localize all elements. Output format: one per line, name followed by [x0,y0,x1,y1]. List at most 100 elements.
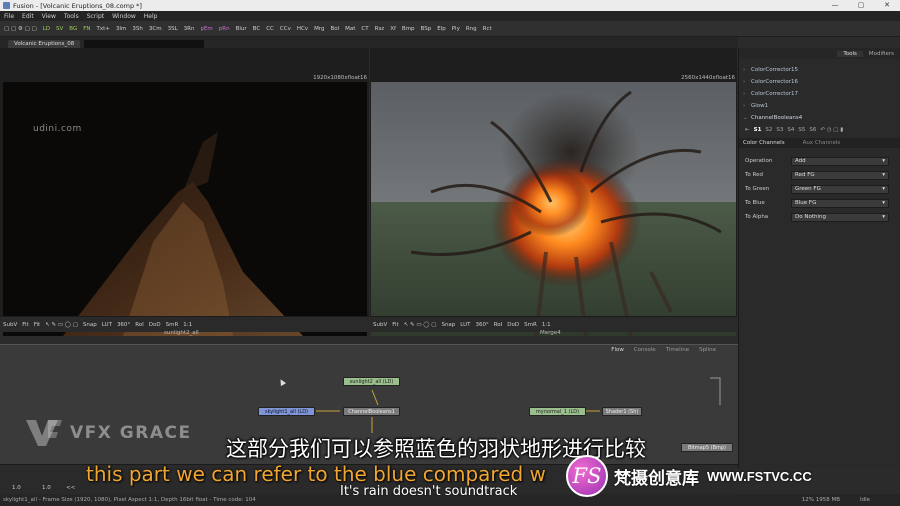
tool-3cm[interactable]: 3Cm [149,26,162,32]
operation-select[interactable]: Add ▾ [791,156,889,166]
tool-cc[interactable]: CC [266,26,274,32]
dod-button-right[interactable]: DoD [507,322,519,328]
node-skylight1-all[interactable]: skylight1_all (LD) [258,407,315,416]
tool-bsp[interactable]: BSp [421,26,432,32]
subv-button-right[interactable]: SubV [373,322,387,328]
viewer-right[interactable]: 2560x1440xfloat16 SubV Fit ↖ ✎ ▭ ◯ ▢ Sna… [370,48,737,336]
snap-button-right[interactable]: Snap [441,322,455,328]
tool-prn[interactable]: pRn [219,26,230,32]
brand-right-cn: 梵摄创意库 [614,468,699,489]
to-alpha-select[interactable]: Do Nothing ▾ [791,212,889,222]
subv-button[interactable]: SubV [3,322,17,328]
time-start[interactable]: 1.0 [12,485,21,491]
toolbar-icons[interactable]: ▢ ▢ ⚙ ▢ ▢ [4,26,37,32]
tool-pem[interactable]: pEm [200,26,212,32]
lut-button[interactable]: LUT [102,322,112,328]
tool-rct[interactable]: Rct [483,26,492,32]
tool-bc[interactable]: BC [253,26,261,32]
roi-button[interactable]: RoI [135,322,144,328]
ratio-button-right[interactable]: 1:1 [542,322,551,328]
smr-button[interactable]: SmR [166,322,179,328]
angle-button-right[interactable]: 360° [475,322,488,328]
viewer-overlay-text: udini.com [33,124,82,134]
menu-help[interactable]: Help [144,13,158,20]
smr-button-right[interactable]: SmR [524,322,537,328]
time-end[interactable]: 1.0 [42,485,51,491]
tree-item-glow1[interactable]: › Glow1 [739,100,900,112]
tab-modifiers[interactable]: Modifiers [863,51,900,57]
roi-button-right[interactable]: RoI [494,322,503,328]
node-channelbooleans1[interactable]: ChannelBooleans1 [343,407,400,416]
close-button[interactable]: ✕ [874,0,900,11]
maximize-button[interactable]: ▢ [848,0,874,11]
viewer-right-image[interactable] [371,82,736,336]
menu-view[interactable]: View [42,13,56,20]
slot-icon[interactable]: ⇤ [745,127,750,133]
viewer-tool-icons-right[interactable]: ↖ ✎ ▭ ◯ ▢ [404,322,437,328]
tool-elp[interactable]: Elp [437,26,446,32]
tool-3sh[interactable]: 3Sh [132,26,142,32]
tab-tools[interactable]: Tools [837,50,863,57]
tree-item-channelbooleans4[interactable]: ⌄ ChannelBooleans4 [739,112,900,124]
tool-ld[interactable]: LD [43,26,50,32]
node-shader1[interactable]: Shader1 (Sh) [602,407,642,416]
slot-s4[interactable]: S4 [787,127,794,133]
node-mynormal-1[interactable]: mynormal_1 (LD) [529,407,586,416]
dropdown-arrow-icon: ▾ [882,172,885,178]
tool-mrg[interactable]: Mrg [314,26,324,32]
menu-file[interactable]: File [4,13,14,20]
snap-button[interactable]: Snap [83,322,97,328]
menu-edit[interactable]: Edit [22,13,34,20]
tool-bg[interactable]: BG [69,26,77,32]
tool-blur[interactable]: Blur [236,26,247,32]
rewind-icon[interactable]: << [66,485,75,491]
tool-mat[interactable]: Mat [345,26,355,32]
tree-item-colorcorrector15[interactable]: › ColorCorrector15 [739,64,900,76]
node-bitmap5[interactable]: Bitmap5 (Bmp) [681,443,733,452]
dod-button[interactable]: DoD [149,322,161,328]
fit-button[interactable]: Fit [22,322,28,328]
slot-tools-icons[interactable]: ↶ ◷ ▢ ▮ [820,127,843,133]
viewer-tool-icons[interactable]: ↖ ✎ ▭ ◯ ▢ [45,322,78,328]
fit-button-2[interactable]: Fit [34,322,40,328]
to-green-select[interactable]: Green FG ▾ [791,184,889,194]
tab-color-channels[interactable]: Color Channels [743,140,785,146]
slot-s1[interactable]: S1 [754,127,762,133]
to-blue-select[interactable]: Blue FG ▾ [791,198,889,208]
tool-3im[interactable]: 3Im [116,26,126,32]
fit-button-right[interactable]: Fit [392,322,398,328]
slot-s5[interactable]: S5 [798,127,805,133]
tool-bmp[interactable]: Bmp [402,26,415,32]
tool-rng[interactable]: Rng [466,26,477,32]
menu-window[interactable]: Window [112,13,136,20]
tool-fn[interactable]: FN [83,26,90,32]
angle-button[interactable]: 360° [117,322,130,328]
to-red-select[interactable]: Red FG ▾ [791,170,889,180]
tool-xf[interactable]: Xf [390,26,396,32]
slot-s2[interactable]: S2 [765,127,772,133]
viewer-left[interactable]: 1920x1080xfloat16 udini.com SubV Fit Fit… [0,48,369,336]
tool-bol[interactable]: Bol [330,26,339,32]
menu-script[interactable]: Script [87,13,104,20]
tool-3rn[interactable]: 3Rn [184,26,195,32]
tab-aux-channels[interactable]: Aux Channels [803,140,841,146]
tool-rsz[interactable]: Rsz [375,26,385,32]
tool-ct[interactable]: CT [361,26,368,32]
menu-tools[interactable]: Tools [64,13,79,20]
slot-s3[interactable]: S3 [776,127,783,133]
tool-hcv[interactable]: HCv [297,26,308,32]
slot-s6[interactable]: S6 [809,127,816,133]
minimize-button[interactable]: — [822,0,848,11]
viewer-left-image[interactable]: udini.com [3,82,367,336]
tool-ccv[interactable]: CCv [280,26,291,32]
tool-ply[interactable]: Ply [452,26,460,32]
comp-tab[interactable]: Volcanic Eruptions_08 [8,40,81,48]
tool-3sl[interactable]: 3SL [168,26,178,32]
tool-txt[interactable]: Txt+ [97,26,110,32]
node-sunlight2-all[interactable]: sunlight2_all (LD) [343,377,400,386]
tool-sv[interactable]: SV [56,26,63,32]
tree-item-colorcorrector16[interactable]: › ColorCorrector16 [739,76,900,88]
lut-button-right[interactable]: LUT [460,322,470,328]
ratio-button[interactable]: 1:1 [183,322,192,328]
tree-item-colorcorrector17[interactable]: › ColorCorrector17 [739,88,900,100]
